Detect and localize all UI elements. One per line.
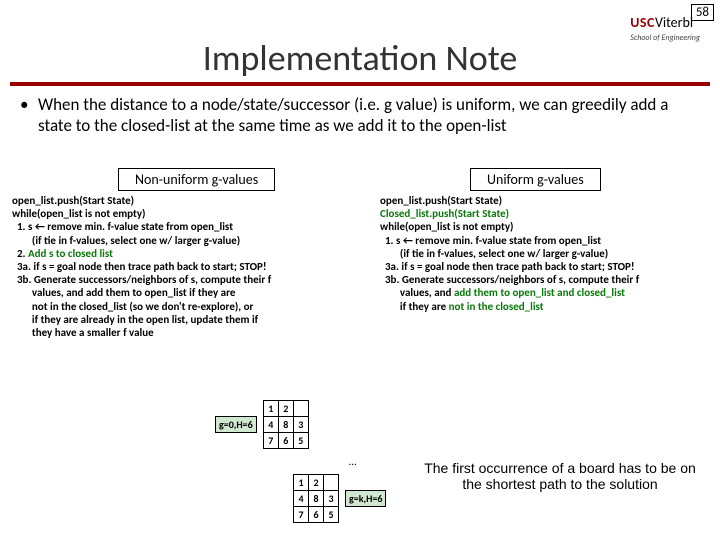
algo-line: if they are already in the open list, up… bbox=[12, 313, 362, 326]
tile: 2 bbox=[309, 475, 324, 491]
algo-green: Closed_list.push(Start State) bbox=[380, 207, 715, 220]
tile bbox=[324, 475, 339, 491]
algo-line: not in the closed_list (so we don't re-e… bbox=[12, 300, 362, 313]
algo-line: (if tie in f-values, select one w/ large… bbox=[12, 234, 362, 247]
slide-title: Implementation Note bbox=[0, 36, 720, 80]
algo-text: 2. bbox=[12, 247, 28, 260]
algo-line: (if tie in f-values, select one w/ large… bbox=[380, 247, 715, 260]
algo-line: while(open_list is not empty) bbox=[12, 207, 362, 220]
tile: 7 bbox=[294, 507, 309, 523]
algo-line: 3b. Generate successors/neighbors of s, … bbox=[12, 273, 362, 286]
tile: 3 bbox=[324, 491, 339, 507]
tile: 5 bbox=[324, 507, 339, 523]
tile: 7 bbox=[263, 433, 278, 449]
tile: 1 bbox=[294, 475, 309, 491]
tile: 5 bbox=[293, 433, 308, 449]
title-underline bbox=[10, 82, 710, 86]
logo-viterbi: Viterbi bbox=[655, 14, 693, 31]
tile: 4 bbox=[263, 417, 278, 433]
bullet-main: When the distance to a node/state/succes… bbox=[38, 94, 688, 137]
algo-line: 2. Add s to closed list bbox=[12, 247, 362, 260]
tile: 8 bbox=[278, 417, 293, 433]
algo-line: 1. s ← remove min. f-value state from op… bbox=[12, 220, 362, 233]
algo-line: 1. s ← remove min. f-value state from op… bbox=[380, 234, 715, 247]
algo-line: they have a smaller f value bbox=[12, 326, 362, 339]
tile: 4 bbox=[294, 491, 309, 507]
tile: 6 bbox=[309, 507, 324, 523]
algo-line: 3b. Generate successors/neighbors of s, … bbox=[380, 273, 715, 286]
ellipsis: … bbox=[319, 455, 386, 468]
algo-line: while(open_list is not empty) bbox=[380, 220, 715, 233]
g-tag-start: g=0,H=6 bbox=[215, 416, 257, 433]
algo-text: if they are bbox=[380, 300, 449, 313]
tile: 8 bbox=[309, 491, 324, 507]
algo-line: 3a. if s = goal node then trace path bac… bbox=[12, 260, 362, 273]
algo-line: open_list.push(Start State) bbox=[12, 194, 362, 207]
logo-usc: USC bbox=[630, 14, 655, 31]
algo-green: not in the closed_list bbox=[449, 300, 544, 313]
g-tag-k: g=k,H=6 bbox=[345, 490, 386, 507]
heading-uniform: Uniform g-values bbox=[470, 168, 601, 191]
algo-line: open_list.push(Start State) bbox=[380, 194, 715, 207]
heading-nonuniform: Non-uniform g-values bbox=[118, 168, 275, 191]
puzzle-board-2: 12 483 765 bbox=[293, 474, 339, 523]
tile: 6 bbox=[278, 433, 293, 449]
tile: 1 bbox=[263, 401, 278, 417]
algo-uniform: open_list.push(Start State) Closed_list.… bbox=[380, 194, 715, 313]
board-diagram: g=0,H=6 12 483 765 … 12 483 765 g=k,H=6 bbox=[215, 400, 386, 523]
shortest-path-note: The first occurrence of a board has to b… bbox=[420, 460, 700, 492]
algo-line: 3a. if s = goal node then trace path bac… bbox=[380, 260, 715, 273]
puzzle-board-1: 12 483 765 bbox=[263, 400, 309, 449]
algo-green: Add s to closed list bbox=[28, 247, 113, 260]
algo-line: values, and add them to open_list if the… bbox=[12, 286, 362, 299]
tile: 2 bbox=[278, 401, 293, 417]
algo-text: values, and bbox=[380, 286, 454, 299]
algo-line: values, and add them to open_list and cl… bbox=[380, 286, 715, 299]
algo-green: add them to open_list and closed_list bbox=[454, 286, 625, 299]
algo-nonuniform: open_list.push(Start State) while(open_l… bbox=[12, 194, 362, 339]
tile bbox=[293, 401, 308, 417]
algo-line: if they are not in the closed_list bbox=[380, 300, 715, 313]
tile: 3 bbox=[293, 417, 308, 433]
